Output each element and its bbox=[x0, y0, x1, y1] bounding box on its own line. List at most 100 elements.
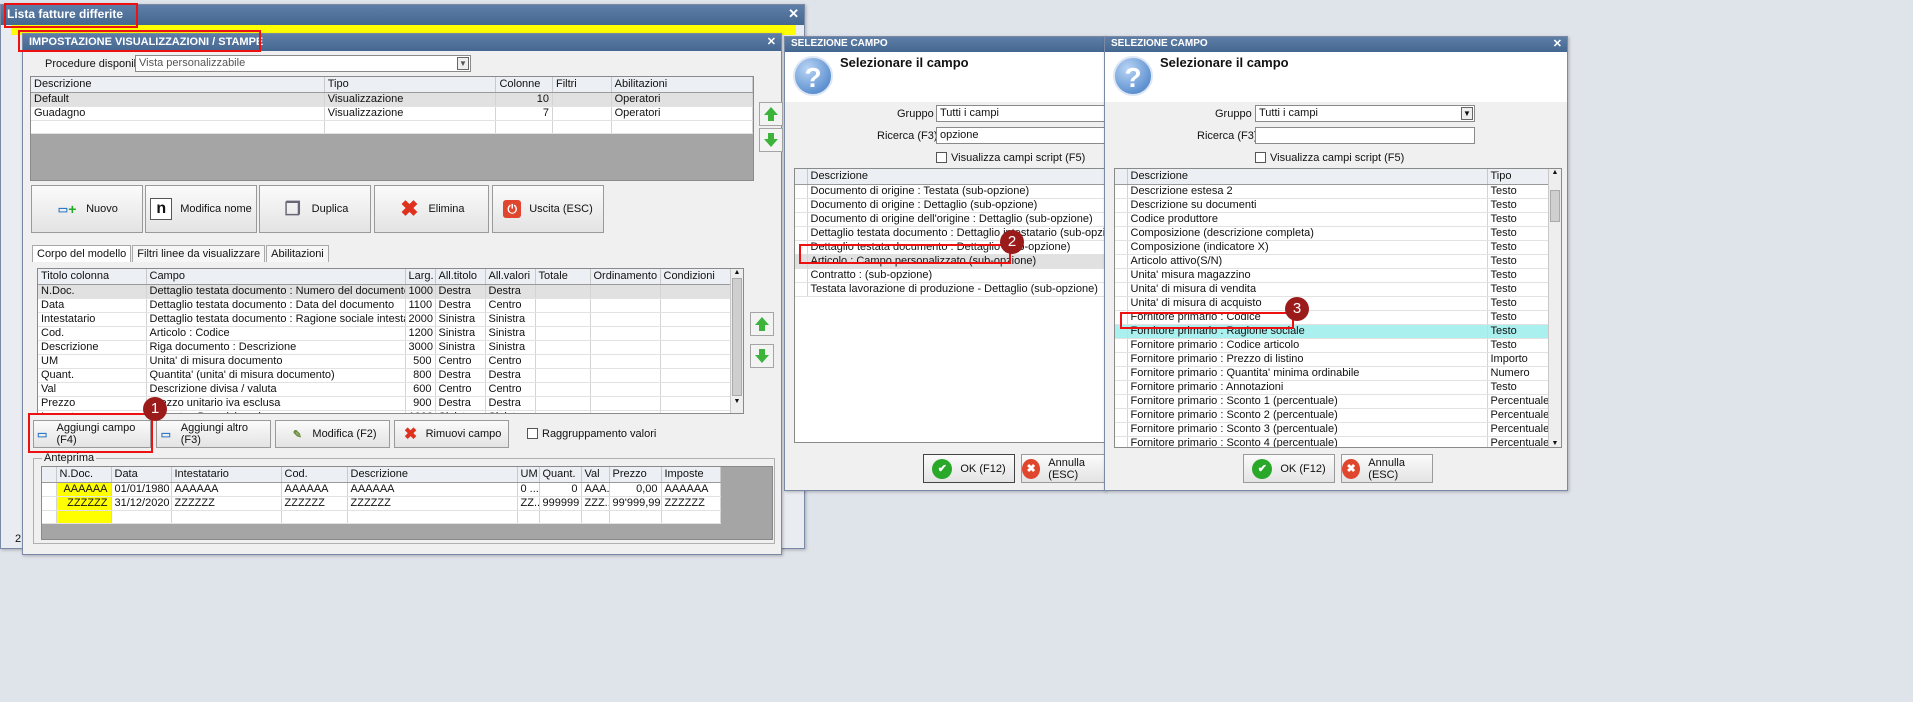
chevron-down-icon[interactable]: ▼ bbox=[457, 57, 469, 70]
table-cell: Centro bbox=[485, 382, 536, 397]
rimuovi-campo-button[interactable]: ✖ Rimuovi campo bbox=[394, 420, 509, 448]
column-header: Abilitazioni bbox=[611, 77, 753, 93]
dialog2-gruppo-select[interactable]: Tutti i campi ▼ bbox=[1255, 105, 1475, 122]
raggruppamento-checkbox[interactable]: Raggruppamento valori bbox=[527, 428, 656, 440]
dialog1-annulla-button[interactable]: ✖ Annulla (ESC) bbox=[1021, 454, 1105, 483]
field-move-up-button[interactable] bbox=[750, 312, 774, 336]
dialog1-script-checkbox[interactable]: Visualizza campi script (F5) bbox=[936, 152, 1085, 164]
list-item[interactable]: Composizione (descrizione completa) Testo bbox=[1115, 226, 1550, 241]
dialog2-ok-button[interactable]: ✔ OK (F12) bbox=[1243, 454, 1335, 483]
procedures-select[interactable]: Vista personalizzabile ▼ bbox=[135, 55, 471, 72]
table-row[interactable]: Cod. Articolo : Codice 1200 Sinistra Sinistr… bbox=[38, 326, 733, 341]
close-icon[interactable]: ✕ bbox=[767, 35, 776, 48]
list-item-type: Testo bbox=[1487, 212, 1550, 227]
tab-abilitazioni[interactable]: Abilitazioni bbox=[266, 245, 329, 262]
table-row[interactable]: UM Unita' di misura documento 500 Centro Cen… bbox=[38, 354, 733, 369]
dialog2-ricerca-label: Ricerca (F3) : bbox=[1197, 130, 1264, 142]
table-cell bbox=[590, 368, 661, 383]
duplica-button[interactable]: ❐ Duplica bbox=[259, 185, 371, 233]
table-row[interactable]: Guadagno Visualizzazione 7 Operatori bbox=[31, 106, 753, 121]
table-cell: Dettaglio testata documento : Ragione so… bbox=[146, 312, 406, 327]
list-item[interactable]: Composizione (indicatore X) Testo bbox=[1115, 240, 1550, 255]
table-row[interactable]: Intestatario Dettaglio testata documento … bbox=[38, 312, 733, 327]
checkbox-box[interactable] bbox=[936, 152, 947, 163]
tab-filtri[interactable]: Filtri linee da visualizzare bbox=[132, 245, 266, 262]
column-header: Filtri bbox=[552, 77, 612, 93]
table-cell bbox=[660, 312, 733, 327]
list-item[interactable]: Codice produttore Testo bbox=[1115, 212, 1550, 227]
table-cell: Quant. bbox=[38, 368, 147, 383]
table-row[interactable]: Val Descrizione divisa / valuta 600 Centro C… bbox=[38, 382, 733, 397]
table-cell: Visualizzazione bbox=[324, 106, 497, 121]
list-item[interactable]: Fornitore primario : Prezzo di listino Im… bbox=[1115, 352, 1550, 367]
table-cell: Visualizzazione bbox=[324, 92, 497, 107]
move-up-button[interactable] bbox=[759, 102, 783, 126]
tab-corpo[interactable]: Corpo del modello bbox=[32, 245, 132, 262]
table-row[interactable]: Default Visualizzazione 10 Operatori bbox=[31, 92, 753, 107]
list-item[interactable]: Dettaglio testata documento : Dettaglio … bbox=[795, 226, 1105, 241]
column-header: Descrizione bbox=[807, 169, 1105, 185]
checkbox-box[interactable] bbox=[1255, 152, 1266, 163]
list-item-label: Dettaglio testata documento : Dettaglio … bbox=[807, 226, 1105, 241]
table-cell bbox=[660, 284, 733, 299]
modifica-nome-button[interactable]: n Modifica nome bbox=[145, 185, 257, 233]
list-item-type: Percentuale bbox=[1487, 408, 1550, 423]
list-item[interactable]: Fornitore primario : Sconto 3 (percentua… bbox=[1115, 422, 1550, 437]
table-cell bbox=[590, 340, 661, 355]
close-icon[interactable]: ✕ bbox=[788, 6, 799, 22]
list-item[interactable]: Articolo attivo(S/N) Testo bbox=[1115, 254, 1550, 269]
list-item[interactable]: Fornitore primario : Sconto 2 (percentua… bbox=[1115, 408, 1550, 423]
dialog2-scrollbar[interactable]: ▲ ▼ bbox=[1548, 169, 1561, 447]
table-cell: ZZ... bbox=[517, 496, 540, 511]
list-item[interactable]: Documento di origine : Dettaglio (sub-op… bbox=[795, 198, 1105, 213]
list-item[interactable]: Fornitore primario : Codice articolo Test… bbox=[1115, 338, 1550, 353]
dialog2-search-input[interactable] bbox=[1255, 127, 1475, 144]
table-row[interactable]: Data Dettaglio testata documento : Data d… bbox=[38, 298, 733, 313]
list-item[interactable]: Fornitore primario : Sconto 1 (percentua… bbox=[1115, 394, 1550, 409]
list-item[interactable]: Fornitore primario : Annotazioni Testo bbox=[1115, 380, 1550, 395]
elimina-button[interactable]: ✖ Elimina bbox=[374, 185, 489, 233]
checkbox-box[interactable] bbox=[527, 428, 538, 439]
fields-scrollbar[interactable]: ▲ ▼ bbox=[730, 269, 743, 413]
list-item-type: Numero bbox=[1487, 366, 1550, 381]
list-item[interactable]: Documento di origine : Testata (sub-opzi… bbox=[795, 184, 1105, 199]
list-item[interactable]: Documento di origine dell'origine : Dett… bbox=[795, 212, 1105, 227]
list-item[interactable]: Unita' di misura di acquisto Testo bbox=[1115, 296, 1550, 311]
list-item[interactable]: Unita' misura magazzino Testo bbox=[1115, 268, 1550, 283]
nuovo-button[interactable]: ▭ + Nuovo bbox=[31, 185, 143, 233]
modifica-button[interactable]: ✎ Modifica (F2) bbox=[275, 420, 390, 448]
table-cell bbox=[535, 382, 591, 397]
table-cell bbox=[590, 396, 661, 411]
list-item-label: Codice produttore bbox=[1127, 212, 1488, 227]
aggiungi-altro-button[interactable]: ▭ Aggiungi altro (F3) bbox=[156, 420, 271, 448]
list-item[interactable]: Fornitore primario : Quantita' minima or… bbox=[1115, 366, 1550, 381]
dialog2-script-checkbox[interactable]: Visualizza campi script (F5) bbox=[1255, 152, 1404, 164]
field-move-down-button[interactable] bbox=[750, 344, 774, 368]
table-row[interactable]: Descrizione Riga documento : Descrizione 3… bbox=[38, 340, 733, 355]
dialog2-annulla-button[interactable]: ✖ Annulla (ESC) bbox=[1341, 454, 1433, 483]
list-item[interactable]: Fornitore primario : Sconto 4 (percentua… bbox=[1115, 436, 1550, 447]
tab-bar: Corpo del modello Filtri linee da visuali… bbox=[32, 245, 330, 262]
table-cell: Sinistra bbox=[485, 340, 536, 355]
list-item[interactable]: Descrizione su documenti Testo bbox=[1115, 198, 1550, 213]
move-down-button[interactable] bbox=[759, 128, 783, 152]
column-header: Quant. bbox=[539, 467, 582, 483]
list-item-label: Fornitore primario : Sconto 3 (percentua… bbox=[1127, 422, 1488, 437]
list-item[interactable]: Testata lavorazione di produzione - Dett… bbox=[795, 282, 1105, 297]
dialog1-search-input[interactable]: opzione bbox=[936, 127, 1105, 144]
table-cell: 1000 bbox=[405, 284, 436, 299]
chevron-down-icon[interactable]: ▼ bbox=[1461, 107, 1473, 120]
list-item[interactable]: Contratto : (sub-opzione) bbox=[795, 268, 1105, 283]
dialog1-ok-button[interactable]: ✔ OK (F12) bbox=[923, 454, 1015, 483]
list-item[interactable]: Unita' di misura di vendita Testo bbox=[1115, 282, 1550, 297]
close-icon[interactable]: ✕ bbox=[1553, 37, 1562, 50]
list-item[interactable]: Descrizione estesa 2 Testo bbox=[1115, 184, 1550, 199]
table-row: ZZZZZZ31/12/2020ZZZZZZZZZZZZZZZZZZZZ...9… bbox=[42, 496, 721, 511]
table-cell: Dettaglio testata documento : Data del d… bbox=[146, 298, 406, 313]
dialog1-gruppo-select[interactable]: Tutti i campi bbox=[936, 105, 1105, 122]
table-row[interactable]: N.Doc. Dettaglio testata documento : Nume… bbox=[38, 284, 733, 299]
uscita-button[interactable]: ⏻ Uscita (ESC) bbox=[492, 185, 604, 233]
table-row[interactable]: Quant. Quantita' (unita' di misura docume… bbox=[38, 368, 733, 383]
table-cell bbox=[590, 312, 661, 327]
list-item-label: Fornitore primario : Annotazioni bbox=[1127, 380, 1488, 395]
